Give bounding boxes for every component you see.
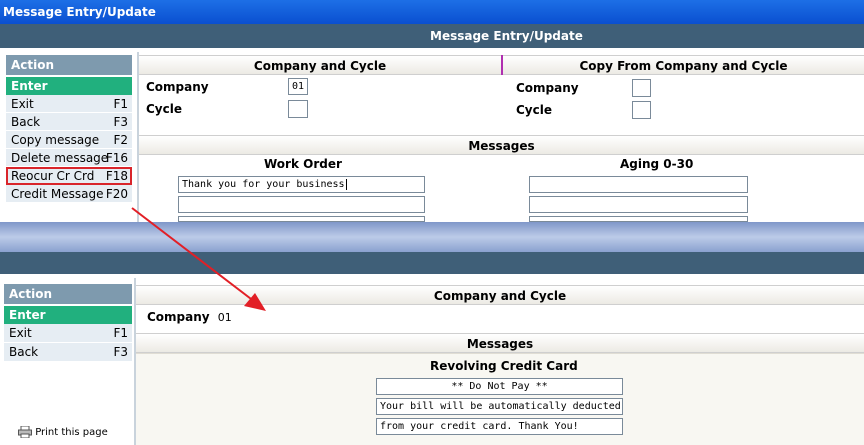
- menu-item-label: Back: [9, 345, 39, 359]
- menu-item-label: Copy message: [11, 133, 100, 147]
- exit-menu-item[interactable]: Exit F1: [4, 324, 132, 343]
- print-page-link[interactable]: Print this page: [18, 425, 108, 440]
- copy-cycle-input[interactable]: [632, 101, 651, 119]
- company-field: Company 01: [147, 310, 232, 324]
- menu-item-key: F1: [113, 326, 128, 340]
- company-value: 01: [217, 311, 232, 324]
- revolving-line-3[interactable]: from your credit card. Thank You!: [376, 418, 623, 435]
- back-menu-item[interactable]: Back F3: [4, 343, 132, 362]
- menu-item-key: F2: [113, 133, 128, 147]
- menu-item-label: Exit: [9, 326, 32, 340]
- menu-item-label: Reocur Cr Crd: [11, 169, 95, 183]
- credit-message-menu-item[interactable]: Credit Message F20: [6, 185, 132, 203]
- exit-menu-item[interactable]: Exit F1: [6, 95, 132, 113]
- cycle-label: Cycle: [146, 102, 182, 116]
- menu-item-label: Delete message: [11, 151, 109, 165]
- enter-button[interactable]: Enter: [4, 306, 132, 324]
- screenshot-divider: [0, 222, 864, 252]
- menu-item-label: Back: [11, 115, 41, 129]
- work-order-line-1[interactable]: Thank you for your business​: [178, 176, 425, 193]
- company-label: Company: [146, 80, 209, 94]
- copy-from-header: Copy From Company and Cycle: [503, 55, 864, 75]
- messages-header: Messages: [139, 135, 864, 155]
- text-cursor: ​: [345, 179, 347, 190]
- menu-item-key: F3: [113, 345, 128, 359]
- action-header: Action: [4, 284, 132, 304]
- work-order-title: Work Order: [264, 157, 342, 171]
- action-header: Action: [6, 55, 132, 75]
- window-title: Message Entry/Update: [0, 0, 864, 24]
- page-title: Message Entry/Update: [0, 24, 864, 48]
- bottom-action-menu: Action Enter Exit F1 Back F3: [4, 284, 132, 362]
- aging-line-1[interactable]: [529, 176, 748, 193]
- company-input[interactable]: 01: [288, 78, 308, 95]
- copy-company-input[interactable]: [632, 79, 651, 97]
- menu-item-key: F16: [105, 151, 128, 165]
- revolving-title: Revolving Credit Card: [430, 359, 578, 373]
- work-order-line-text: Thank you for your business: [182, 179, 345, 190]
- messages-header: Messages: [136, 333, 864, 353]
- top-action-menu: Action Enter Exit F1 Back F3 Copy messag…: [6, 55, 132, 203]
- reocur-cr-crd-menu-item[interactable]: Reocur Cr Crd F18: [6, 167, 132, 185]
- menu-item-label: Credit Message: [11, 187, 104, 201]
- menu-item-key: F3: [113, 115, 128, 129]
- aging-title: Aging 0-30: [620, 157, 694, 171]
- top-action-panel: Action Enter Exit F1 Back F3 Copy messag…: [0, 48, 139, 222]
- bottom-page-header: [0, 252, 864, 274]
- cycle-input[interactable]: [288, 100, 308, 118]
- revolving-line-2[interactable]: Your bill will be automatically deducted: [376, 398, 623, 415]
- delete-message-menu-item[interactable]: Delete message F16: [6, 149, 132, 167]
- menu-item-key: F18: [105, 169, 128, 183]
- copy-cycle-label: Cycle: [516, 103, 552, 117]
- work-order-line-2[interactable]: [178, 196, 425, 213]
- print-label: Print this page: [35, 427, 108, 438]
- printer-icon: [18, 425, 32, 439]
- revolving-line-1[interactable]: ** Do Not Pay **: [376, 378, 623, 395]
- menu-item-key: F1: [113, 97, 128, 111]
- company-cycle-header: Company and Cycle: [136, 285, 864, 305]
- company-label: Company: [147, 310, 210, 324]
- aging-line-2[interactable]: [529, 196, 748, 213]
- copy-company-label: Company: [516, 81, 579, 95]
- copy-message-menu-item[interactable]: Copy message F2: [6, 131, 132, 149]
- enter-button[interactable]: Enter: [6, 77, 132, 95]
- menu-item-key: F20: [105, 187, 128, 201]
- menu-item-label: Exit: [11, 97, 34, 111]
- back-menu-item[interactable]: Back F3: [6, 113, 132, 131]
- company-cycle-header: Company and Cycle: [139, 55, 501, 75]
